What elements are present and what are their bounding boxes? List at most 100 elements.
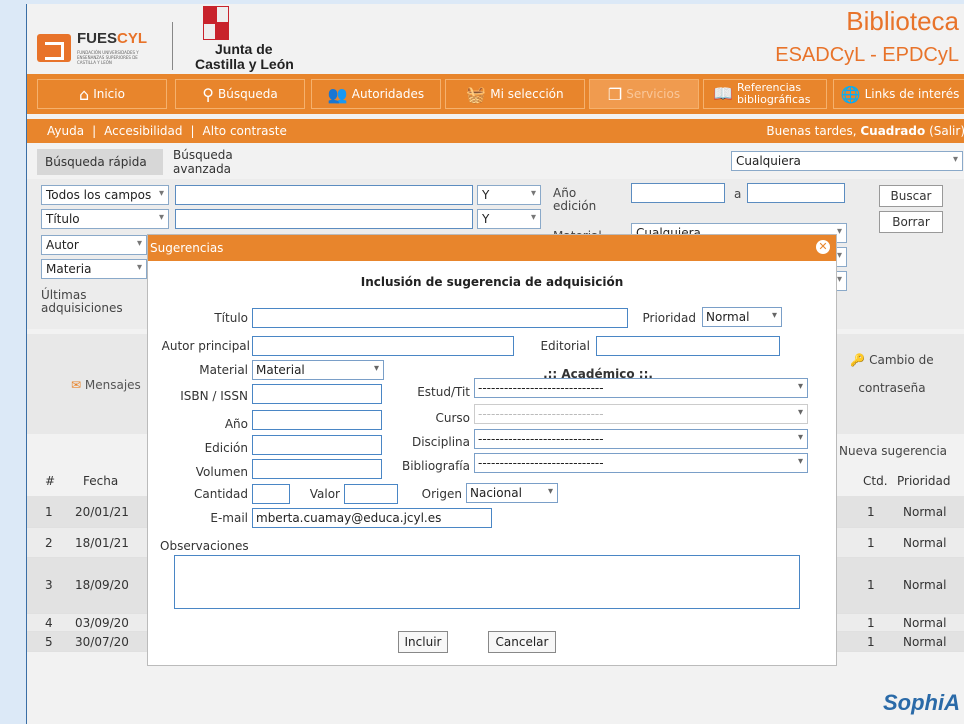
nav-busqueda[interactable]: ⚲ Búsqueda	[175, 79, 305, 109]
titulo-label: Título	[214, 311, 248, 325]
anio-from-input[interactable]	[631, 183, 725, 203]
mensajes-link[interactable]: ✉ Mensajes	[71, 378, 141, 392]
editorial-input[interactable]	[596, 336, 780, 356]
basket-icon: 🧺	[466, 84, 487, 104]
curso-select[interactable]: -----------------------------	[474, 404, 808, 424]
jcyl-line2: Castilla y León	[195, 56, 294, 72]
dialog-title: Inclusión de sugerencia de adquisición	[360, 275, 624, 289]
disciplina-label: Disciplina	[411, 435, 470, 449]
cantidad-input[interactable]	[252, 484, 290, 504]
separator: |	[190, 124, 195, 138]
fuescyl-title-a: FUES	[77, 30, 118, 47]
row-fecha: 18/01/21	[75, 536, 129, 550]
nueva-sugerencia-link[interactable]: Nueva sugerencia	[839, 444, 947, 458]
nav-seleccion[interactable]: 🧺 Mi selección	[445, 79, 585, 109]
field-select-2[interactable]: Título	[41, 209, 169, 229]
browser-page: FUESCYL FUNDACIÓN UNIVERSIDADES Y ENSEÑA…	[26, 4, 964, 724]
sub-bar: Ayuda | Accesibilidad | Alto contraste Buena…	[27, 119, 964, 143]
nav-servicios-label: Servicios	[626, 87, 681, 101]
scope-select[interactable]: Cualquiera	[731, 151, 963, 171]
field-select-1[interactable]: Todos los campos	[41, 185, 169, 205]
row-num: 3	[45, 578, 53, 592]
tab-busqueda-rapida[interactable]: Búsqueda rápida	[37, 149, 163, 175]
row-fecha: 20/01/21	[75, 505, 129, 519]
row-ctd: 1	[867, 635, 875, 649]
site-title: Biblioteca	[846, 6, 959, 36]
valor-input[interactable]	[344, 484, 398, 504]
edicion-input[interactable]	[252, 435, 382, 455]
site-header: FUESCYL FUNDACIÓN UNIVERSIDADES Y ENSEÑA…	[27, 4, 964, 72]
mensajes-label: Mensajes	[84, 378, 141, 392]
curso-label: Curso	[435, 411, 470, 425]
nav-busqueda-label: Búsqueda	[218, 87, 278, 101]
operator-select-2[interactable]: Y	[477, 209, 541, 229]
borrar-button[interactable]: Borrar	[879, 211, 943, 233]
header-divider	[172, 22, 173, 70]
nav-servicios[interactable]: ❐ Servicios	[589, 79, 699, 109]
users-icon: 👥	[327, 84, 348, 104]
fuescyl-subtitle: FUNDACIÓN UNIVERSIDADES Y ENSEÑANZAS SUP…	[77, 50, 139, 65]
buscar-button[interactable]: Buscar	[879, 185, 943, 207]
operator-select-1[interactable]: Y	[477, 185, 541, 205]
anio-input[interactable]	[252, 410, 382, 430]
nav-links-label: Links de interés	[864, 87, 960, 101]
row-ctd: 1	[867, 578, 875, 592]
col-fecha: Fecha	[83, 474, 119, 488]
field-select-3[interactable]: Autor	[41, 235, 147, 255]
autor-label: Autor principal	[161, 339, 250, 353]
nav-referencias[interactable]: 📖 Referencias bibliográficas	[703, 79, 827, 109]
volumen-input[interactable]	[252, 459, 382, 479]
cancelar-button[interactable]: Cancelar	[488, 631, 556, 653]
cantidad-label: Cantidad	[194, 487, 248, 501]
user-name: Cuadrado	[860, 124, 926, 138]
dialog-header: Sugerencias ✕	[148, 235, 836, 261]
jcyl-logo-text[interactable]: Junta de Castilla y León	[195, 42, 294, 72]
nav-seleccion-label: Mi selección	[490, 87, 564, 101]
observaciones-textarea[interactable]	[174, 555, 800, 609]
volumen-label: Volumen	[195, 465, 248, 479]
row-prioridad: Normal	[903, 635, 947, 649]
origen-select[interactable]: Nacional	[466, 483, 558, 503]
titulo-input[interactable]	[252, 308, 628, 328]
fuescyl-logo[interactable]: FUESCYL FUNDACIÓN UNIVERSIDADES Y ENSEÑA…	[37, 28, 167, 68]
key-icon: 🔑	[850, 353, 866, 367]
disciplina-select[interactable]: -----------------------------	[474, 429, 808, 449]
row-fecha: 18/09/20	[75, 578, 129, 592]
tab-busqueda-avanzada[interactable]: Búsqueda avanzada	[165, 148, 301, 176]
col-ctd: Ctd.	[863, 474, 888, 488]
nav-inicio-label: Inicio	[93, 87, 125, 101]
logout-link[interactable]: (Salir)	[929, 124, 964, 138]
incluir-button[interactable]: Incluir	[398, 631, 448, 653]
row-prioridad: Normal	[903, 616, 947, 630]
isbn-input[interactable]	[252, 384, 382, 404]
nav-autoridades[interactable]: 👥 Autoridades	[311, 79, 441, 109]
close-icon[interactable]: ✕	[816, 240, 830, 254]
observaciones-label: Observaciones	[160, 539, 249, 553]
search-input-2[interactable]	[175, 209, 473, 229]
sophia-logo: SophiA	[883, 690, 960, 715]
row-num: 2	[45, 536, 53, 550]
email-input[interactable]: mberta.cuamay@educa.jcyl.es	[252, 508, 492, 528]
field-select-4[interactable]: Materia	[41, 259, 147, 279]
link-ayuda[interactable]: Ayuda	[47, 124, 84, 138]
main-nav: ⌂ Inicio ⚲ Búsqueda 👥 Autoridades 🧺 Mi selec…	[27, 74, 964, 114]
search-input-1[interactable]	[175, 185, 473, 205]
greeting-prefix: Buenas tardes,	[766, 124, 861, 138]
link-accesibilidad[interactable]: Accesibilidad	[104, 124, 182, 138]
col-prioridad: Prioridad	[897, 474, 951, 488]
jcyl-crest-icon	[203, 6, 229, 40]
autor-input[interactable]	[252, 336, 514, 356]
material-label: Material	[199, 363, 248, 377]
nav-links[interactable]: 🌐 Links de interés	[833, 79, 964, 109]
nav-inicio[interactable]: ⌂ Inicio	[37, 79, 167, 109]
estud-select[interactable]: -----------------------------	[474, 378, 808, 398]
cambio-contrasena-link[interactable]: 🔑 Cambio de contraseña	[837, 346, 947, 402]
link-alto-contraste[interactable]: Alto contraste	[203, 124, 287, 138]
anio-to-input[interactable]	[747, 183, 845, 203]
ultimas-adquisiciones-link[interactable]: Últimas adquisiciones	[41, 289, 141, 315]
origen-label: Origen	[421, 487, 462, 501]
nav-referencias-label: Referencias bibliográficas	[736, 81, 811, 106]
bibliografia-select[interactable]: -----------------------------	[474, 453, 808, 473]
material-select[interactable]: Material	[252, 360, 384, 380]
prioridad-select[interactable]: Normal	[702, 307, 782, 327]
